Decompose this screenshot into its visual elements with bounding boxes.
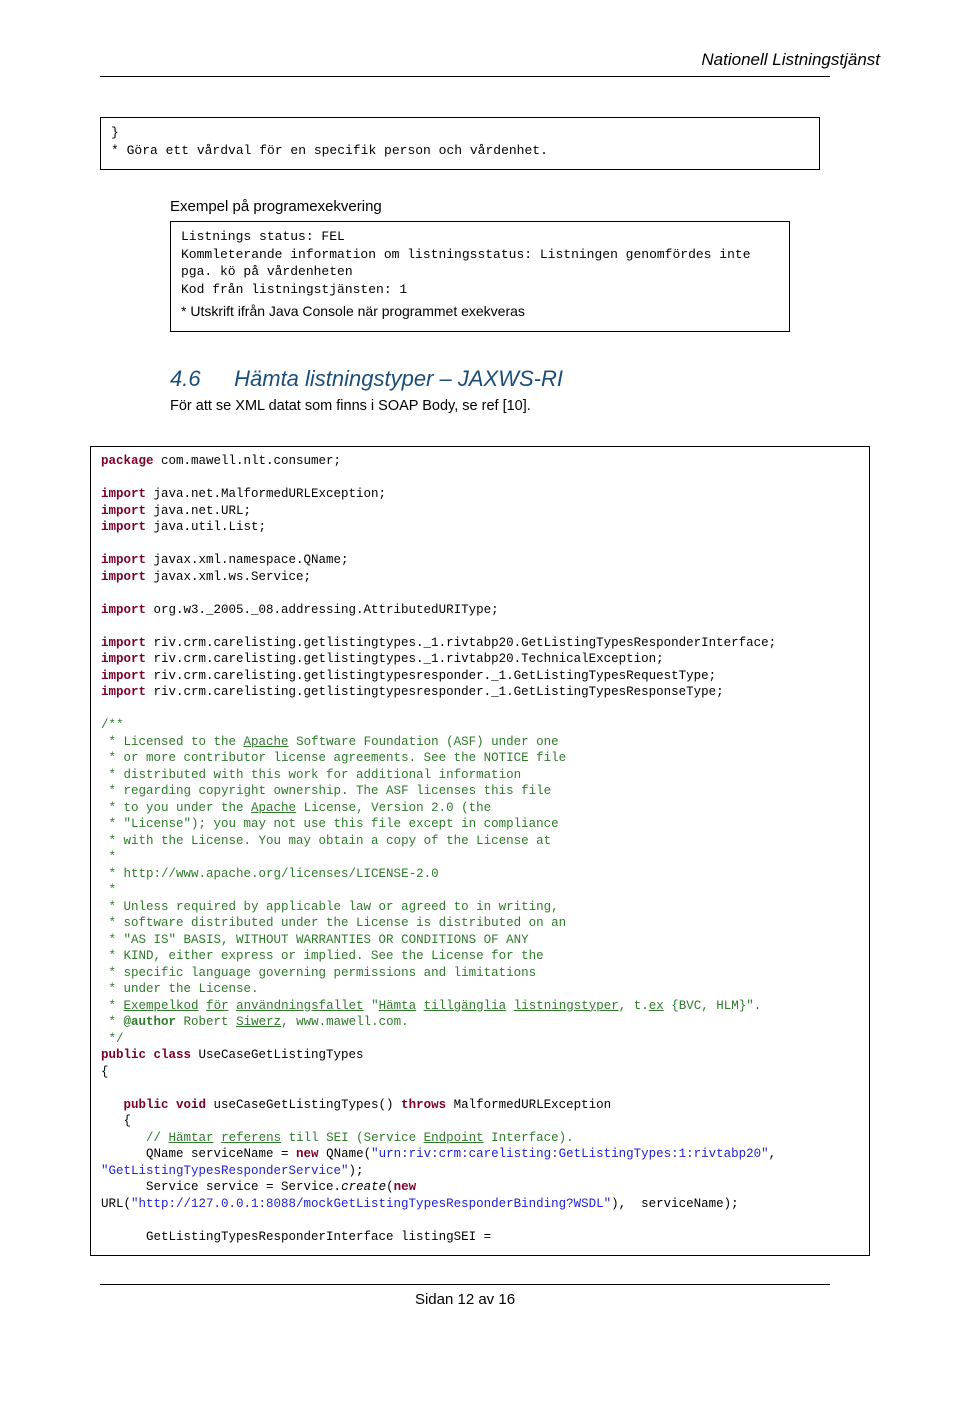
section-heading: 4.6 Hämta listningstyper – JAXWS-RI: [170, 366, 790, 392]
code-line: Kod från listningstjänsten: 1: [181, 281, 779, 299]
code-box-1: } * Göra ett vårdval för en specifik per…: [100, 117, 820, 170]
section-4-6: 4.6 Hämta listningstyper – JAXWS-RI För …: [170, 366, 790, 414]
code-line: Listnings status: FEL: [181, 228, 779, 246]
source-code: package com.mawell.nlt.consumer; import …: [101, 453, 859, 1245]
section-number: 4.6: [170, 366, 228, 392]
page-footer: Sidan 12 av 16: [100, 1284, 830, 1308]
code-box-2: Listnings status: FEL Kommleterande info…: [170, 221, 790, 332]
code-box-main: package com.mawell.nlt.consumer; import …: [90, 446, 870, 1256]
code-line: }: [111, 124, 809, 142]
example-subtitle: Exempel på programexekvering: [170, 198, 880, 215]
code-line: Kommleterande information om listningsst…: [181, 246, 779, 281]
doc-header-title: Nationell Listningstjänst: [100, 50, 880, 70]
section-body: För att se XML datat som finns i SOAP Bo…: [170, 398, 790, 414]
code-comment-line: * Utskrift ifrån Java Console när progra…: [181, 302, 779, 321]
header-rule: [100, 76, 830, 77]
code-line: * Göra ett vårdval för en specifik perso…: [111, 142, 809, 160]
section-title: Hämta listningstyper – JAXWS-RI: [234, 366, 563, 391]
